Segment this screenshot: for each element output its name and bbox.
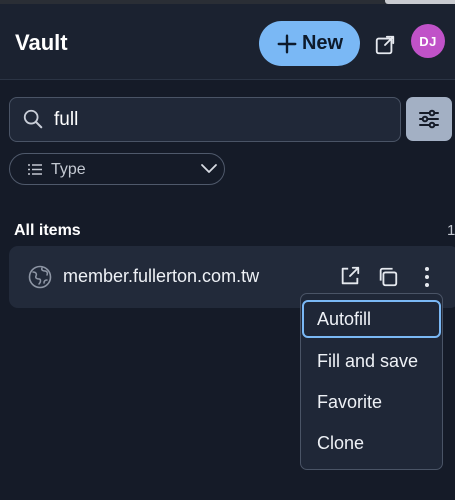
page-title: Vault	[15, 30, 68, 55]
new-item-button[interactable]: New	[259, 21, 360, 66]
search-field[interactable]	[9, 97, 401, 142]
menu-item-favorite[interactable]: Favorite	[301, 383, 442, 421]
launch-icon[interactable]	[339, 265, 361, 287]
menu-item-clone[interactable]: Clone	[301, 424, 442, 462]
type-filter-select[interactable]: Type	[9, 153, 225, 185]
popout-window-icon[interactable]	[374, 34, 396, 56]
type-filter-label: Type	[51, 161, 86, 178]
item-name: member.fullerton.com.tw	[63, 266, 260, 286]
chevron-down-icon	[201, 164, 217, 173]
search-icon	[23, 109, 43, 129]
sliders-icon	[419, 109, 439, 129]
menu-item-autofill[interactable]: Autofill	[302, 300, 441, 338]
list-icon	[28, 164, 42, 175]
item-count: 1	[447, 222, 455, 239]
section-title: All items	[14, 222, 81, 239]
item-options-menu: Autofill Fill and save Favorite Clone	[300, 293, 443, 470]
new-button-label: New	[301, 32, 344, 54]
menu-item-fill-and-save[interactable]: Fill and save	[301, 342, 442, 380]
more-options-icon[interactable]	[419, 265, 435, 289]
header: Vault New DJ	[0, 4, 455, 80]
plus-icon	[277, 34, 297, 53]
user-avatar[interactable]: DJ	[411, 24, 445, 58]
copy-icon[interactable]	[377, 266, 399, 288]
filter-settings-button[interactable]	[406, 97, 452, 141]
search-input[interactable]	[54, 98, 384, 141]
globe-icon	[28, 265, 52, 289]
